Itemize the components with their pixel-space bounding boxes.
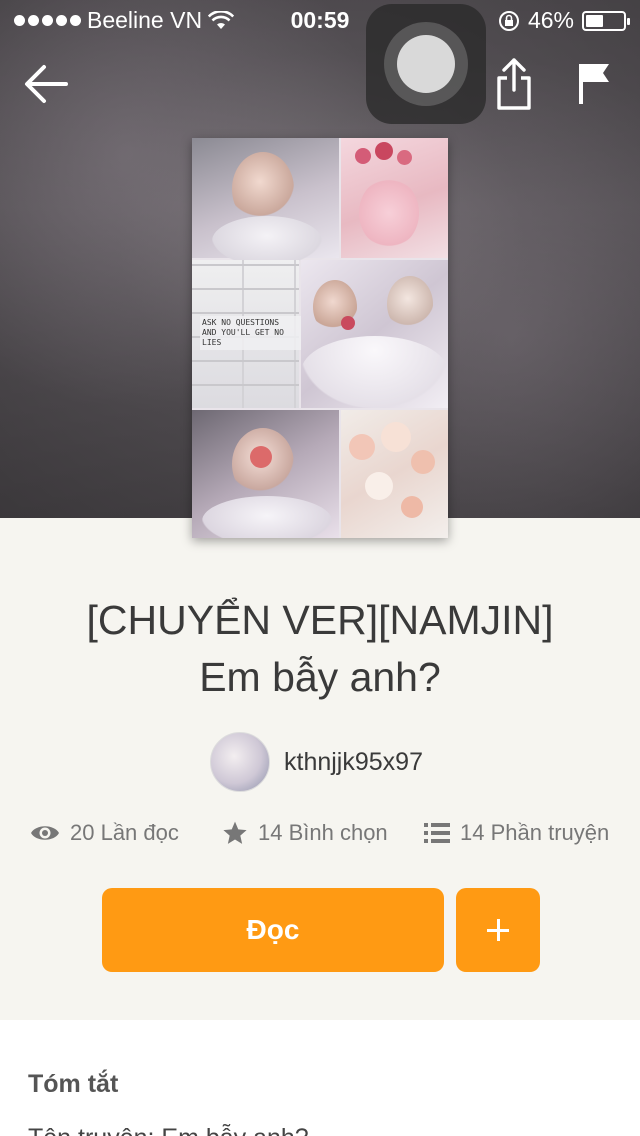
reads-count: 20 Lần đọc <box>70 820 179 845</box>
cover-photo-4 <box>301 260 448 408</box>
assistive-touch-button[interactable] <box>366 4 486 124</box>
flag-icon <box>579 64 609 104</box>
eye-icon <box>31 826 59 840</box>
carrier-name: Beeline VN <box>87 7 203 33</box>
lock-rotation-icon <box>498 10 519 31</box>
cover-wall-text: ASK NO QUESTIONS AND YOU'LL GET NO LIES <box>200 316 304 350</box>
back-arrow-icon <box>25 65 68 103</box>
summary-first-line: Tên truyện: Em bẫy anh? <box>28 1124 309 1136</box>
story-title-line-2: Em bẫy anh? <box>199 654 441 700</box>
back-button[interactable] <box>22 62 70 106</box>
cover-photo-6 <box>341 410 448 538</box>
battery-level <box>586 14 603 27</box>
summary-heading: Tóm tắt <box>28 1070 119 1098</box>
reads-stat: 20 Lần đọc <box>30 820 179 846</box>
story-stats: 20 Lần đọc 14 Bình chọn 14 Phần truyện <box>30 820 630 860</box>
battery-icon <box>582 10 630 31</box>
list-icon <box>424 823 450 843</box>
report-button[interactable] <box>576 60 612 108</box>
battery-percent: 46% <box>527 7 574 33</box>
share-icon <box>497 58 531 110</box>
status-bar: Beeline VN 00:59 46% <box>0 0 640 40</box>
author-avatar[interactable] <box>210 732 270 792</box>
summary-section: Tóm tắt Tên truyện: Em bẫy anh? <box>0 1020 640 1136</box>
wifi-icon <box>208 10 235 29</box>
star-icon <box>223 821 247 844</box>
parts-stat: 14 Phần truyện <box>424 820 609 846</box>
read-button[interactable]: Đọc <box>102 888 444 972</box>
carrier-group: Beeline VN <box>14 7 235 34</box>
signal-icon <box>14 15 81 26</box>
story-cover[interactable]: ASK NO QUESTIONS AND YOU'LL GET NO LIES <box>192 138 448 538</box>
cover-photo-3: ASK NO QUESTIONS AND YOU'LL GET NO LIES <box>192 260 304 408</box>
story-title: [CHUYỂN VER][NAMJIN] Em bẫy anh? <box>0 592 640 706</box>
parts-count: 14 Phần truyện <box>460 820 610 845</box>
votes-count: 14 Bình chọn <box>258 820 388 845</box>
author-link[interactable]: kthnjjk95x97 <box>210 732 423 792</box>
author-name[interactable]: kthnjjk95x97 <box>284 748 423 777</box>
status-right: 46% <box>498 7 630 34</box>
cover-photo-1 <box>192 138 339 266</box>
votes-stat: 14 Bình chọn <box>222 820 388 846</box>
cover-photo-2 <box>341 138 448 258</box>
share-button[interactable] <box>494 56 534 112</box>
story-title-line-1: [CHUYỂN VER][NAMJIN] <box>86 597 554 643</box>
add-to-library-button[interactable] <box>456 888 540 972</box>
cover-photo-5 <box>192 410 339 538</box>
